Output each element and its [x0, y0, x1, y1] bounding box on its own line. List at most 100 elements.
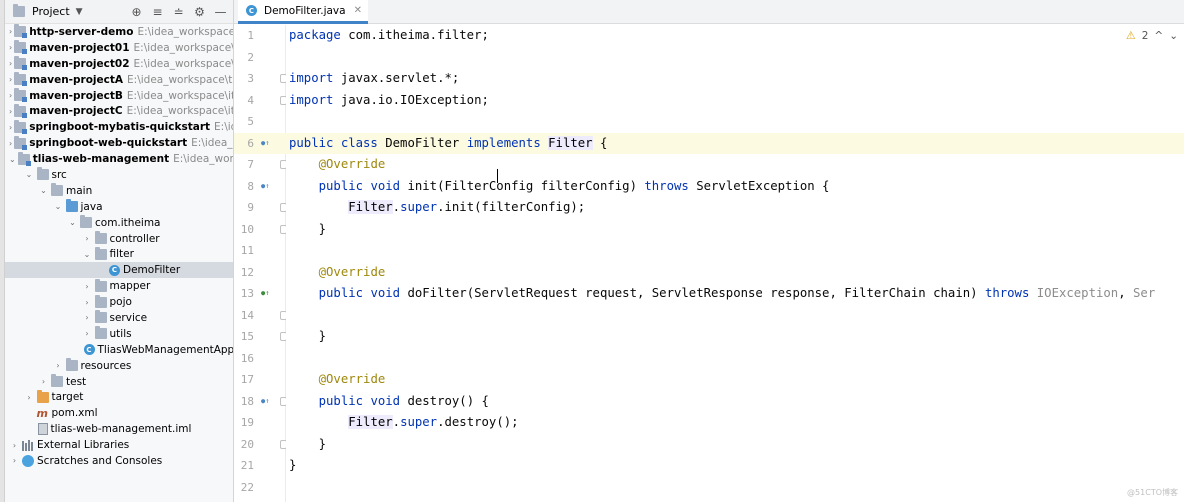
chevron-down-icon[interactable]: ⌄ — [24, 170, 35, 179]
tree-item[interactable]: › controller — [5, 231, 233, 247]
tree-item[interactable]: › http-server-demoE:\idea_workspace\ithe — [5, 24, 233, 40]
class-icon: C — [109, 264, 120, 276]
tree-item[interactable]: ⌄ com.itheima — [5, 215, 233, 231]
tree-item[interactable]: ⌄ java — [5, 199, 233, 215]
chevron-right-icon[interactable]: › — [9, 59, 12, 68]
tree-item[interactable]: ⌄ tlias-web-managementE:\idea_workspa — [5, 151, 233, 167]
tree-item[interactable]: › springboot-web-quickstartE:\idea_work — [5, 135, 233, 151]
chevron-down-icon[interactable]: ⌄ — [9, 155, 16, 164]
chevron-down-icon[interactable]: ⌄ — [67, 218, 78, 227]
gutter-line: 8 ●↑ — [234, 176, 286, 198]
chevron-down-icon[interactable]: ⌄ — [82, 250, 93, 259]
project-panel-title[interactable]: Project — [32, 5, 70, 18]
code-line[interactable]: } — [286, 455, 1184, 477]
code-line[interactable]: import java.io.IOException; — [286, 90, 1184, 112]
tree-item[interactable]: C DemoFilter — [5, 262, 233, 279]
chevron-right-icon[interactable]: › — [9, 456, 20, 465]
code-line[interactable]: } — [286, 434, 1184, 456]
implements-marker-icon[interactable]: ●↑ — [261, 396, 271, 406]
overrides-marker-icon[interactable]: ●↑ — [261, 288, 271, 298]
code-line[interactable]: } — [286, 219, 1184, 241]
tree-item[interactable]: › mapper — [5, 278, 233, 294]
tree-item[interactable]: m pom.xml — [5, 405, 233, 421]
tree-item[interactable]: › Scratches and Consoles — [5, 453, 233, 469]
tree-item[interactable]: ⌄ src — [5, 167, 233, 183]
chevron-right-icon[interactable]: › — [9, 441, 20, 450]
tree-item[interactable]: › resources — [5, 358, 233, 374]
collapse-all-icon[interactable]: ≐ — [172, 5, 185, 18]
module-folder-icon — [14, 119, 28, 134]
tree-item[interactable]: › utils — [5, 326, 233, 342]
tree-item[interactable]: › maven-project02E:\idea_workspace\ithe — [5, 56, 233, 72]
code-line[interactable]: Filter.super.destroy(); — [286, 412, 1184, 434]
tree-item[interactable]: › maven-projectAE:\idea_workspace\thei — [5, 72, 233, 88]
code-editor[interactable]: package com.itheima.filter; import javax.… — [286, 25, 1184, 502]
chevron-right-icon[interactable]: › — [82, 329, 93, 338]
chevron-right-icon[interactable]: › — [38, 377, 49, 386]
tree-item[interactable]: › springboot-mybatis-quickstartE:\idea_w — [5, 119, 233, 135]
code-line[interactable]: public class DemoFilter implements Filte… — [286, 132, 1184, 154]
line-number: 20 — [240, 437, 254, 451]
chevron-right-icon[interactable]: › — [82, 234, 93, 243]
tree-item[interactable]: › pojo — [5, 294, 233, 310]
code-line[interactable]: Filter.super.init(filterConfig); — [286, 197, 1184, 219]
code-line[interactable]: package com.itheima.filter; — [286, 25, 1184, 47]
code-line[interactable]: public void init(FilterConfig filterConf… — [286, 176, 1184, 198]
tree-item[interactable]: C TliasWebManagementApp — [5, 342, 233, 358]
code-line[interactable]: public void doFilter(ServletRequest requ… — [286, 283, 1184, 305]
chevron-right-icon[interactable]: › — [82, 282, 93, 291]
tree-item[interactable]: › maven-projectBE:\idea_workspace\ithei — [5, 88, 233, 104]
tree-item[interactable]: › maven-project01E:\idea_workspace\ith — [5, 40, 233, 56]
code-line[interactable]: } — [286, 326, 1184, 348]
chevron-right-icon[interactable]: › — [53, 361, 64, 370]
locate-icon[interactable]: ⊕ — [130, 5, 143, 18]
chevron-up-icon[interactable]: ^ — [1154, 30, 1163, 42]
chevron-down-icon[interactable]: ▼ — [76, 7, 83, 17]
chevron-down-icon[interactable]: ⌄ — [1169, 30, 1178, 42]
chevron-right-icon[interactable]: › — [9, 91, 12, 100]
code-line[interactable]: public void destroy() { — [286, 391, 1184, 413]
code-line[interactable] — [286, 477, 1184, 499]
code-line[interactable] — [286, 305, 1184, 327]
tree-item[interactable]: › maven-projectCE:\idea_workspace\ithei — [5, 103, 233, 119]
code-line[interactable]: @Override — [286, 369, 1184, 391]
code-line[interactable] — [286, 111, 1184, 133]
chevron-right-icon[interactable]: › — [82, 313, 93, 322]
line-number: 9 — [247, 201, 254, 214]
tree-item[interactable]: › External Libraries — [5, 437, 233, 453]
code-line[interactable] — [286, 47, 1184, 69]
tree-item[interactable]: › target — [5, 389, 233, 405]
chevron-right-icon[interactable]: › — [9, 75, 12, 84]
chevron-right-icon[interactable]: › — [9, 43, 12, 52]
tree-item[interactable]: tlias-web-management.iml — [5, 421, 233, 437]
code-line[interactable]: @Override — [286, 154, 1184, 176]
module-folder-icon — [14, 135, 28, 150]
code-line[interactable] — [286, 348, 1184, 370]
chevron-right-icon[interactable]: › — [82, 298, 93, 307]
expand-all-icon[interactable]: ≡ — [151, 5, 164, 18]
code-line[interactable] — [286, 240, 1184, 262]
chevron-down-icon[interactable]: ⌄ — [53, 202, 64, 211]
implements-marker-icon[interactable]: ●↑ — [261, 181, 271, 191]
inspection-widget[interactable]: ⚠ 2 ^ ⌄ — [1126, 29, 1178, 42]
line-number: 5 — [247, 115, 254, 128]
gear-icon[interactable]: ⚙ — [193, 5, 206, 18]
chevron-right-icon[interactable]: › — [9, 27, 12, 36]
minimize-icon[interactable]: — — [214, 5, 227, 18]
line-number: 13 — [240, 287, 254, 300]
tree-item[interactable]: ⌄ filter — [5, 246, 233, 262]
tab-demofilter[interactable]: C DemoFilter.java ✕ — [238, 0, 368, 24]
chevron-right-icon[interactable]: › — [9, 123, 12, 132]
tree-item[interactable]: › test — [5, 374, 233, 390]
chevron-right-icon[interactable]: › — [9, 107, 12, 116]
chevron-right-icon[interactable]: › — [24, 393, 35, 402]
implements-marker-icon[interactable]: ●↑ — [261, 138, 271, 148]
chevron-right-icon[interactable]: › — [9, 139, 12, 148]
code-line[interactable]: @Override — [286, 262, 1184, 284]
code-line[interactable]: import javax.servlet.*; — [286, 68, 1184, 90]
tree-item[interactable]: › service — [5, 310, 233, 326]
line-number: 16 — [240, 351, 254, 365]
chevron-down-icon[interactable]: ⌄ — [38, 186, 49, 195]
tree-item[interactable]: ⌄ main — [5, 183, 233, 199]
close-icon[interactable]: ✕ — [354, 5, 362, 16]
